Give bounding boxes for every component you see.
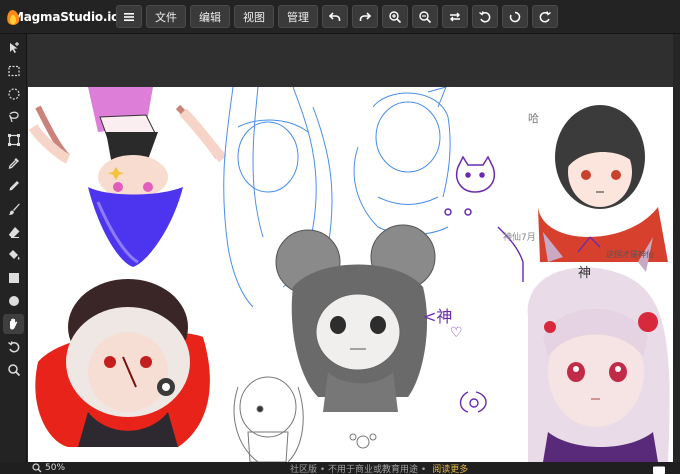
ellipse-select-icon bbox=[7, 88, 20, 100]
eraser-tool[interactable] bbox=[3, 222, 24, 242]
rotate-view-tool[interactable] bbox=[3, 337, 24, 357]
bucket-icon bbox=[8, 250, 20, 260]
license-notice: 社区版 • 不用于商业或教育用途 • 阅读更多 bbox=[290, 462, 468, 474]
app-name: MagmaStudio.io bbox=[12, 9, 120, 24]
transform-tool[interactable] bbox=[3, 130, 24, 150]
sketch-silver-hair-character bbox=[527, 232, 670, 462]
note-ha: 哈 bbox=[528, 112, 539, 125]
swap-icon bbox=[450, 12, 460, 21]
rotate-icon bbox=[7, 341, 19, 353]
file-menu-button[interactable]: 文件 bbox=[146, 5, 186, 28]
brush-icon bbox=[8, 203, 20, 215]
top-toolbar: MagmaStudio.io 文件 编辑 视图 管理 bbox=[0, 0, 680, 34]
sketch-mouse-ear-character bbox=[275, 224, 436, 412]
pencil-icon bbox=[9, 181, 19, 191]
undo-button[interactable] bbox=[322, 5, 348, 28]
zoom-indicator[interactable]: 50% bbox=[32, 462, 65, 474]
left-toolbar bbox=[0, 34, 27, 474]
drawing-canvas[interactable]: <神 ♡ 神 神仙7月 这個才是神仙 哈 bbox=[28, 87, 673, 462]
right-panel-strip bbox=[673, 34, 680, 462]
read-more-link[interactable]: 阅读更多 bbox=[432, 462, 468, 474]
eraser-icon bbox=[8, 227, 19, 238]
manage-menu-button[interactable]: 管理 bbox=[278, 5, 318, 28]
redo-button[interactable] bbox=[352, 5, 378, 28]
rotate-right-button[interactable] bbox=[532, 5, 558, 28]
sketch-upside-down-character bbox=[28, 87, 227, 267]
note-shen-left: <神 bbox=[423, 307, 452, 326]
zoom-out-icon bbox=[419, 10, 432, 23]
status-bar: 50% 社区版 • 不用于商业或教育用途 • 阅读更多 bbox=[0, 462, 680, 474]
move-tool[interactable] bbox=[3, 38, 24, 58]
sketch-purple-doodle bbox=[444, 155, 495, 216]
zoom-in-button[interactable] bbox=[382, 5, 408, 28]
note-heart: ♡ bbox=[450, 325, 463, 341]
square-icon bbox=[8, 273, 19, 283]
note-shen-right: 神 bbox=[578, 266, 591, 281]
rotate-right-icon bbox=[539, 10, 551, 22]
note-shenxian: 神仙7月 bbox=[503, 231, 536, 243]
sketch-red-character bbox=[35, 279, 210, 447]
fill-tool[interactable] bbox=[3, 245, 24, 265]
edit-menu-button[interactable]: 编辑 bbox=[190, 5, 230, 28]
canvas-artwork: <神 ♡ 神 神仙7月 这個才是神仙 哈 bbox=[28, 87, 670, 462]
chat-button[interactable] bbox=[652, 462, 666, 474]
rect-select-icon bbox=[7, 65, 20, 77]
menu-button[interactable] bbox=[116, 5, 142, 28]
hand-icon bbox=[9, 318, 17, 330]
zoom-value: 50% bbox=[45, 463, 66, 473]
app-window: MagmaStudio.io 文件 编辑 视图 管理 <神 ♡ 神 神仙7月 这… bbox=[0, 0, 680, 474]
dot-icon bbox=[8, 296, 19, 306]
hamburger-icon bbox=[124, 12, 134, 21]
lasso-tool[interactable] bbox=[3, 107, 24, 127]
lasso-icon bbox=[8, 111, 19, 123]
note-small: 这個才是神仙 bbox=[606, 249, 654, 259]
redo-icon bbox=[359, 11, 372, 21]
chat-bubble-icon bbox=[653, 466, 665, 474]
magnifier-icon bbox=[32, 463, 42, 473]
zoom-tool[interactable] bbox=[3, 360, 24, 380]
ellipse-select-tool[interactable] bbox=[3, 84, 24, 104]
transform-icon bbox=[7, 134, 20, 146]
workspace[interactable]: <神 ♡ 神 神仙7月 这個才是神仙 哈 bbox=[28, 34, 680, 462]
zoom-out-button[interactable] bbox=[412, 5, 438, 28]
move-icon bbox=[9, 42, 19, 53]
zoom-in-icon bbox=[389, 10, 402, 23]
app-logo[interactable]: MagmaStudio.io bbox=[0, 0, 119, 34]
pencil-tool[interactable] bbox=[3, 176, 24, 196]
eyedropper-tool[interactable] bbox=[3, 153, 24, 173]
license-notice-text: 社区版 • 不用于商业或教育用途 • bbox=[290, 464, 427, 474]
rotate-left-icon bbox=[479, 10, 491, 22]
magnifier-icon bbox=[7, 364, 20, 377]
rect-select-tool[interactable] bbox=[3, 61, 24, 81]
circle-icon bbox=[509, 11, 521, 22]
hand-tool[interactable] bbox=[3, 314, 24, 334]
reset-view-button[interactable] bbox=[502, 5, 528, 28]
swap-button[interactable] bbox=[442, 5, 468, 28]
sketch-black-hair-character bbox=[538, 105, 668, 262]
rectangle-tool[interactable] bbox=[3, 268, 24, 288]
undo-icon bbox=[328, 11, 341, 21]
ellipse-tool[interactable] bbox=[3, 291, 24, 311]
rotate-left-button[interactable] bbox=[472, 5, 498, 28]
view-menu-button[interactable]: 视图 bbox=[234, 5, 274, 28]
eyedropper-icon bbox=[8, 158, 19, 169]
brush-tool[interactable] bbox=[3, 199, 24, 219]
